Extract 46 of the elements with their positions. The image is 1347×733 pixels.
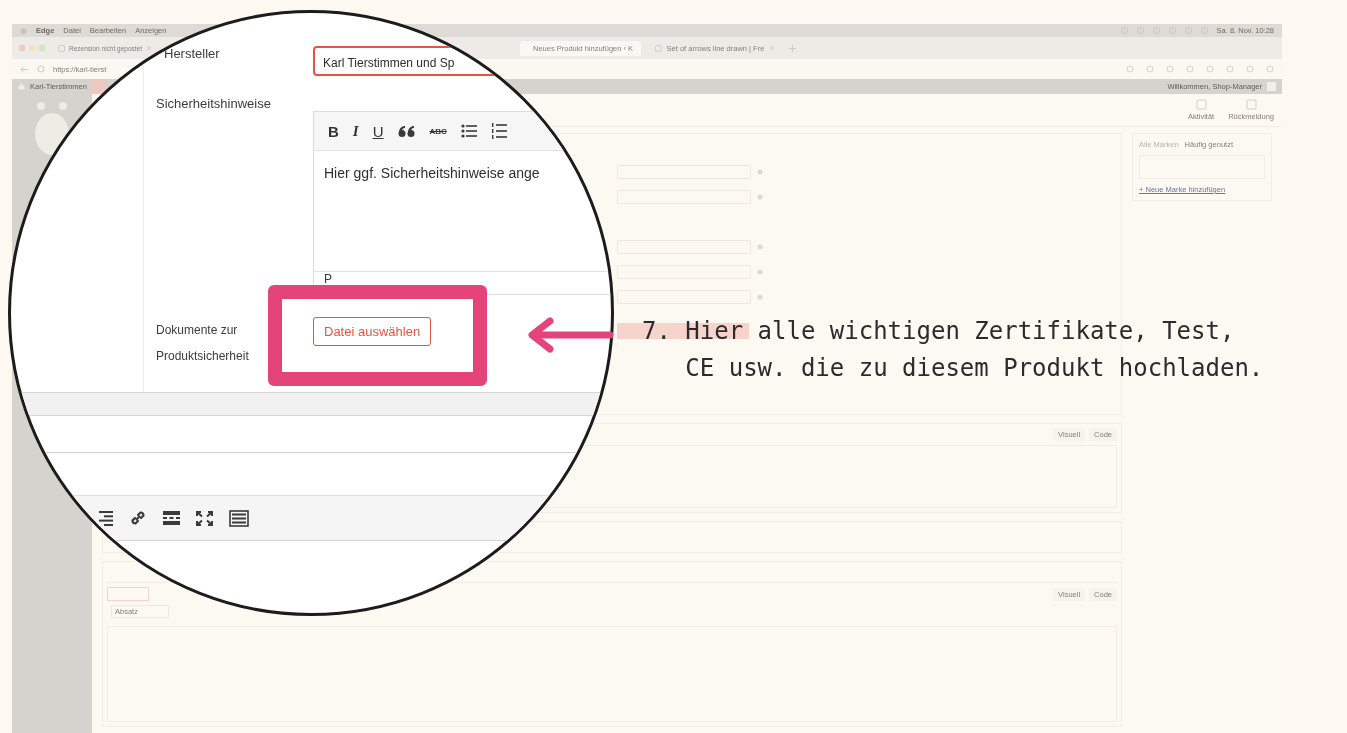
choose-file-button[interactable]: Datei auswählen bbox=[313, 317, 432, 346]
toolbar-icon[interactable] bbox=[1246, 65, 1254, 73]
quote-icon[interactable] bbox=[397, 124, 416, 138]
lock-badge[interactable] bbox=[91, 79, 106, 94]
field-label: Hersteller bbox=[164, 46, 220, 63]
toolbar-icon[interactable] bbox=[1126, 65, 1134, 73]
keyboard-icon[interactable] bbox=[229, 509, 249, 527]
flag-icon[interactable] bbox=[1245, 99, 1257, 110]
bullet-list-icon[interactable] bbox=[460, 124, 477, 138]
toolbar-icon[interactable] bbox=[1186, 65, 1194, 73]
window-controls-icon[interactable] bbox=[18, 44, 48, 52]
home-icon[interactable] bbox=[18, 83, 25, 90]
align-right-icon[interactable] bbox=[96, 510, 113, 526]
fullscreen-icon[interactable] bbox=[196, 510, 213, 526]
field-label: Dokumente zur Produktsicherheit bbox=[156, 322, 250, 365]
field-label: Sicherheitshinweise bbox=[156, 96, 271, 111]
toolbar-icon[interactable] bbox=[1166, 65, 1174, 73]
element-path: P bbox=[324, 272, 332, 286]
editor-text: Hier ggf. Sicherheitshinweise ange bbox=[324, 165, 541, 181]
help-icon[interactable] bbox=[757, 168, 763, 175]
reload-icon[interactable] bbox=[37, 65, 45, 73]
strikethrough-button[interactable]: ABC bbox=[429, 126, 447, 136]
help-icon[interactable] bbox=[757, 268, 763, 275]
bold-button[interactable]: B bbox=[328, 122, 339, 140]
close-icon[interactable] bbox=[146, 45, 152, 51]
toolbar-icon[interactable] bbox=[1226, 65, 1234, 73]
help-icon[interactable] bbox=[757, 193, 763, 200]
close-icon[interactable] bbox=[769, 45, 775, 51]
page-icon bbox=[655, 44, 662, 52]
link-icon[interactable] bbox=[129, 509, 147, 527]
back-icon[interactable] bbox=[20, 65, 29, 73]
toolbar-icon[interactable] bbox=[1206, 65, 1214, 73]
plus-icon[interactable] bbox=[789, 44, 796, 52]
read-more-icon[interactable] bbox=[163, 511, 180, 525]
flag-icon[interactable] bbox=[1195, 99, 1207, 110]
page-icon bbox=[58, 44, 65, 52]
toolbar-icon[interactable] bbox=[1146, 65, 1154, 73]
italic-button[interactable]: I bbox=[352, 122, 359, 140]
help-icon[interactable] bbox=[757, 293, 763, 300]
underline-button[interactable]: U bbox=[372, 122, 384, 140]
instruction-text: Hier alle wichtigen Zertifikate, Test, CE usw. die zu diesem Produkt hochladen. bbox=[685, 316, 1265, 384]
toolbar-icon[interactable] bbox=[1266, 65, 1274, 73]
help-icon[interactable] bbox=[757, 243, 763, 250]
step-number: 7. bbox=[642, 316, 671, 347]
numbered-list-icon[interactable] bbox=[490, 123, 507, 139]
avatar-icon[interactable] bbox=[1267, 82, 1276, 91]
